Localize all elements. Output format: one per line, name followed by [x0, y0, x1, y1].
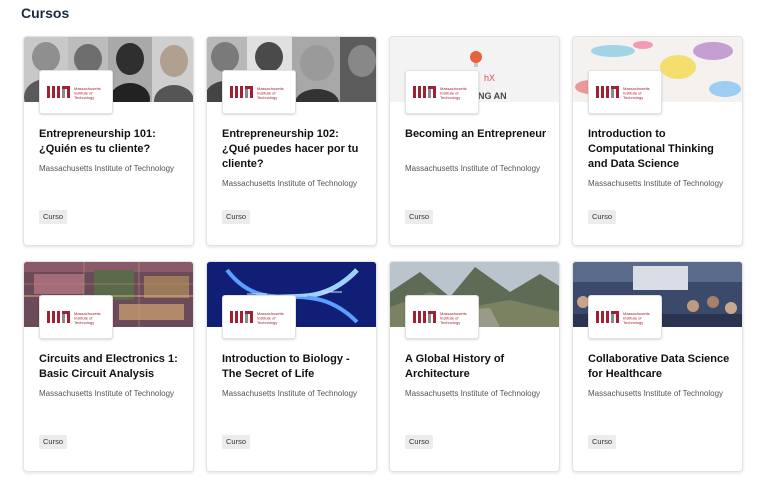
course-title[interactable]: Circuits and Electronics 1: Basic Circui… [39, 352, 181, 382]
course-card[interactable]: Massachusetts Institute of Technology Co… [572, 261, 743, 472]
course-org: Massachusetts Institute of Technology [39, 389, 175, 398]
mit-logo: Massachusetts Institute of Technology [405, 295, 479, 339]
course-title[interactable]: Entrepreneurship 101: ¿Quién es tu clien… [39, 127, 181, 157]
svg-text:Technology: Technology [257, 320, 277, 325]
course-org: Massachusetts Institute of Technology [222, 389, 358, 398]
svg-text:Technology: Technology [623, 95, 643, 100]
course-type-badge: Curso [588, 210, 617, 224]
course-title[interactable]: Entrepreneurship 102: ¿Qué puedes hacer … [222, 127, 364, 172]
svg-text:Technology: Technology [623, 320, 643, 325]
course-card[interactable]: Massachusetts Institute of Technology En… [206, 36, 377, 246]
course-title[interactable]: A Global History of Architecture [405, 352, 547, 382]
svg-text:Technology: Technology [257, 95, 277, 100]
course-type-badge: Curso [588, 435, 617, 449]
course-org: Massachusetts Institute of Technology [405, 389, 541, 398]
svg-text:Technology: Technology [74, 95, 94, 100]
course-card[interactable]: Massachusetts Institute of Technology Ci… [23, 261, 194, 472]
course-title[interactable]: Becoming an Entrepreneur [405, 127, 547, 142]
course-type-badge: Curso [39, 435, 68, 449]
course-title[interactable]: Introduction to Biology - The Secret of … [222, 352, 364, 382]
course-org: Massachusetts Institute of Technology [39, 164, 175, 173]
course-card[interactable]: hX NG AN Massachusetts Institute of Tech… [389, 36, 560, 246]
course-type-badge: Curso [405, 435, 434, 449]
svg-text:Technology: Technology [440, 95, 460, 100]
mit-logo: Massachusetts Institute of Technology [405, 70, 479, 114]
svg-text:Technology: Technology [440, 320, 460, 325]
course-org: Massachusetts Institute of Technology [222, 179, 358, 188]
course-title[interactable]: Introduction to Computational Thinking a… [588, 127, 730, 172]
course-org: Massachusetts Institute of Technology [588, 389, 724, 398]
mit-logo: Massachusetts Institute of Technology [222, 295, 296, 339]
course-org: Massachusetts Institute of Technology [588, 179, 724, 188]
svg-text:Technology: Technology [74, 320, 94, 325]
course-type-badge: Curso [222, 435, 251, 449]
mitx-caption: NG AN [478, 91, 507, 101]
course-card[interactable]: Massachusetts Institute of Technology In… [572, 36, 743, 246]
course-type-badge: Curso [405, 210, 434, 224]
section-title: Cursos [21, 5, 70, 21]
course-grid: Massachusetts Institute of Technology En… [23, 36, 743, 472]
mit-logo: Massachusetts Institute of Technology [39, 70, 113, 114]
course-title[interactable]: Collaborative Data Science for Healthcar… [588, 352, 730, 382]
course-type-badge: Curso [39, 210, 68, 224]
courses-page: Cursos Massachusetts Institute of Techno… [0, 0, 768, 480]
course-card[interactable]: Massachusetts Institute of Technology En… [23, 36, 194, 246]
course-type-badge: Curso [222, 210, 251, 224]
mit-logo: Massachusetts Institute of Technology [39, 295, 113, 339]
course-org: Massachusetts Institute of Technology [405, 164, 541, 173]
mit-logo: Massachusetts Institute of Technology [588, 295, 662, 339]
mit-logo: Massachusetts Institute of Technology [222, 70, 296, 114]
course-card[interactable]: Massachusetts Institute of Technology In… [206, 261, 377, 472]
mit-logo: Massachusetts Institute of Technology [588, 70, 662, 114]
course-card[interactable]: Massachusetts Institute of Technology A … [389, 261, 560, 472]
mitx-fragment: hX [484, 73, 495, 83]
